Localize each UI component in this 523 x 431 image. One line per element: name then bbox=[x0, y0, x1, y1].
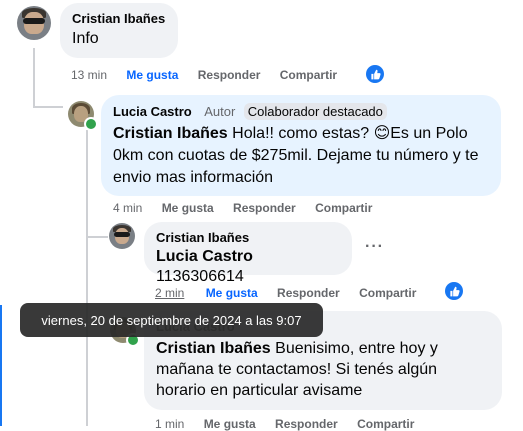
online-status-dot bbox=[84, 117, 98, 131]
comment-actions: 2 min Me gusta Responder Compartir bbox=[155, 286, 430, 300]
comment-text-line: Hola!! como estas? bbox=[232, 125, 374, 142]
comment-actions: 13 min Me gusta Responder Compartir bbox=[71, 68, 351, 82]
comment-text: Info bbox=[72, 30, 99, 47]
thread-line-main bbox=[33, 48, 35, 108]
comment-bubble: Cristian Ibañes Info bbox=[60, 3, 178, 58]
share-button[interactable]: Compartir bbox=[315, 201, 372, 215]
avatar-glasses bbox=[23, 18, 45, 24]
avatar[interactable] bbox=[109, 223, 135, 249]
comment-timestamp[interactable]: 13 min bbox=[71, 68, 107, 82]
timestamp-tooltip: viernes, 20 de septiembre de 2024 a las … bbox=[20, 303, 323, 337]
comment-bubble: Cristian Ibañes Lucia Castro 1136306614 bbox=[144, 222, 352, 285]
thread-line-nested bbox=[86, 130, 88, 426]
comment-text-line: mañana te contactamos! Si tenés algún bbox=[156, 361, 438, 378]
thread-line-nested-curve bbox=[86, 236, 108, 238]
comment-timestamp[interactable]: 1 min bbox=[155, 417, 184, 431]
like-button[interactable]: Me gusta bbox=[126, 68, 178, 82]
comment-text-line: 0km con cuotas de $275mil. Dejame tu núm… bbox=[113, 147, 479, 164]
comment-text: Lucia Castro 1136306614 bbox=[156, 247, 340, 287]
comment-timestamp[interactable]: 4 min bbox=[113, 201, 142, 215]
avatar[interactable] bbox=[17, 6, 51, 40]
phone-number-text: 1136306614 bbox=[156, 268, 244, 285]
share-button[interactable]: Compartir bbox=[280, 68, 337, 82]
reply-button[interactable]: Responder bbox=[277, 286, 340, 300]
comment-timestamp[interactable]: 2 min bbox=[155, 286, 184, 300]
comment-text-line: envio mas información bbox=[113, 169, 274, 186]
avatar-glasses bbox=[113, 232, 131, 237]
reply-button[interactable]: Responder bbox=[233, 201, 296, 215]
author-badge: Autor bbox=[204, 104, 236, 119]
mention-link[interactable]: Cristian Ibañes bbox=[113, 125, 228, 142]
reply-button[interactable]: Responder bbox=[198, 68, 261, 82]
thread-line-left-edge bbox=[0, 305, 2, 426]
share-button[interactable]: Compartir bbox=[357, 417, 414, 431]
like-button[interactable]: Me gusta bbox=[206, 286, 258, 300]
comment-text-line: Buenisimo, entre hoy y bbox=[270, 340, 438, 357]
comment-author[interactable]: Cristian Ibañes bbox=[72, 11, 166, 26]
thread-line-main-curve bbox=[33, 106, 63, 108]
comment-text: Cristian Ibañes Buenisimo, entre hoy y m… bbox=[156, 338, 490, 401]
mention-link[interactable]: Lucia Castro bbox=[156, 248, 253, 265]
comment-text-line: Es un Polo bbox=[390, 125, 468, 142]
more-options-icon[interactable]: ··· bbox=[365, 238, 384, 256]
comment-text: Cristian Ibañes Hola!! como estas? 😊Es u… bbox=[113, 123, 489, 189]
reply-button[interactable]: Responder bbox=[275, 417, 338, 431]
share-button[interactable]: Compartir bbox=[359, 286, 416, 300]
like-button[interactable]: Me gusta bbox=[204, 417, 256, 431]
mention-link[interactable]: Cristian Ibañes bbox=[156, 340, 271, 357]
comment-author[interactable]: Cristian Ibañes bbox=[156, 230, 340, 245]
like-button[interactable]: Me gusta bbox=[162, 201, 214, 215]
comment-actions: 4 min Me gusta Responder Compartir bbox=[113, 201, 386, 215]
like-reaction-icon[interactable] bbox=[445, 282, 463, 300]
comment-actions: 1 min Me gusta Responder Compartir bbox=[155, 417, 428, 431]
comment-text-line: horario en particular avisame bbox=[156, 382, 363, 399]
like-reaction-icon[interactable] bbox=[366, 65, 384, 83]
comment-bubble: Lucia Castro Autor Colaborador destacado… bbox=[101, 95, 501, 196]
collaborator-badge: Colaborador destacado bbox=[243, 103, 387, 120]
smile-emoji-icon: 😊 bbox=[373, 125, 391, 142]
comment-author[interactable]: Lucia Castro bbox=[113, 104, 192, 119]
